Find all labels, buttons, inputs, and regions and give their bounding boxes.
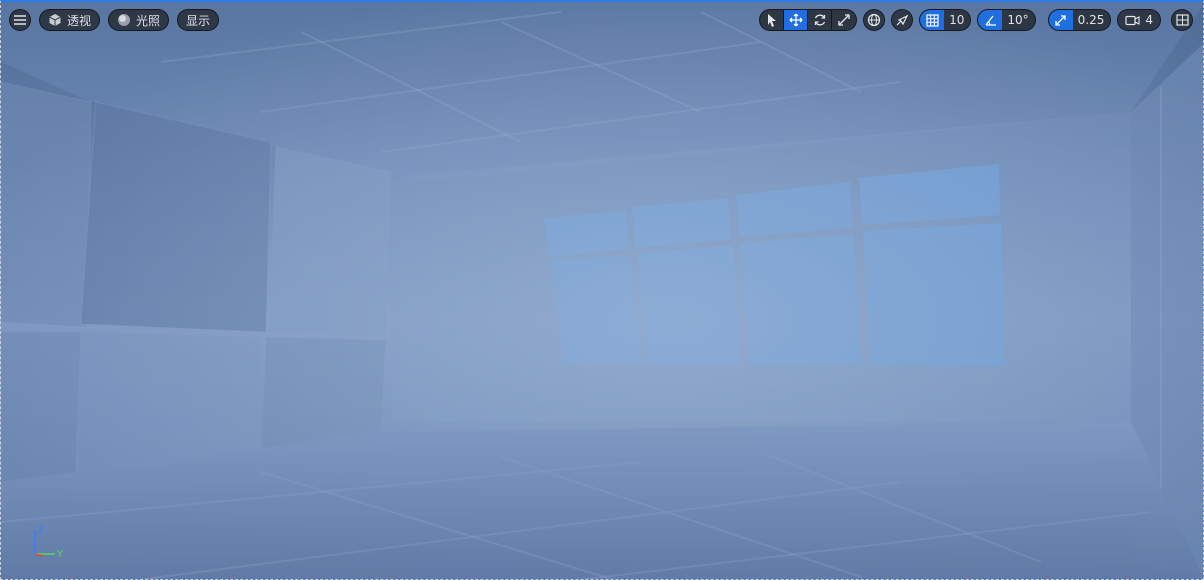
layout-grid-icon <box>1175 14 1189 26</box>
viewport-toolbar-right: 10 10° 0.25 4 <box>759 9 1193 31</box>
scale-snap-toggle[interactable] <box>1048 10 1073 30</box>
grid-snap-toggle[interactable] <box>920 10 945 30</box>
scale-arrow-icon <box>1054 14 1067 27</box>
viewport-toolbar-left: 透视 光照 显示 <box>9 9 220 31</box>
surface-snapping-button[interactable] <box>891 9 914 31</box>
scale-snap-group[interactable]: 0.25 <box>1047 9 1112 31</box>
perspective-button[interactable]: 透视 <box>39 9 101 31</box>
axis-z-label: Z <box>37 525 44 536</box>
surface-snap-icon <box>895 13 909 27</box>
grid-icon <box>925 13 939 27</box>
scene-render <box>1 2 1203 579</box>
camera-speed-value: 4 <box>1145 13 1153 27</box>
lighting-mode-button[interactable]: 光照 <box>108 9 170 31</box>
lighting-label: 光照 <box>136 13 161 28</box>
transform-tools-group <box>759 9 858 31</box>
camera-icon <box>1125 15 1140 26</box>
rotation-snap-group[interactable]: 10° <box>977 9 1036 31</box>
grid-snap-group[interactable]: 10 <box>919 9 972 31</box>
scale-icon <box>837 13 851 27</box>
coordinate-space-button[interactable] <box>863 9 886 31</box>
cursor-arrow-icon <box>766 13 778 27</box>
axis-gizmo: Z Y <box>29 522 73 562</box>
lit-sphere-icon <box>117 13 131 27</box>
globe-icon <box>867 13 881 27</box>
rotate-icon <box>813 13 827 27</box>
cube-icon <box>48 13 62 27</box>
hamburger-menu-icon <box>14 15 26 25</box>
show-flags-button[interactable]: 显示 <box>177 9 220 31</box>
viewport-layout-button[interactable] <box>1171 9 1193 31</box>
rotation-snap-value[interactable]: 10° <box>1002 13 1034 27</box>
axis-y-label: Y <box>56 549 64 560</box>
perspective-label: 透视 <box>67 13 92 28</box>
move-arrows-icon <box>789 13 803 27</box>
angle-icon <box>984 14 997 27</box>
camera-speed-button[interactable]: 4 <box>1117 9 1161 31</box>
select-tool-button[interactable] <box>760 10 785 30</box>
level-viewport[interactable]: 透视 光照 显示 10 10° 0.25 4 Z Y <box>0 0 1204 580</box>
rotate-tool-button[interactable] <box>808 10 833 30</box>
show-label: 显示 <box>186 13 211 28</box>
viewport-menu-button[interactable] <box>9 9 31 31</box>
translate-tool-button[interactable] <box>784 10 809 30</box>
scale-snap-value[interactable]: 0.25 <box>1073 13 1111 27</box>
grid-snap-value[interactable]: 10 <box>944 13 970 27</box>
scale-tool-button[interactable] <box>832 10 856 30</box>
rotation-snap-toggle[interactable] <box>978 10 1003 30</box>
